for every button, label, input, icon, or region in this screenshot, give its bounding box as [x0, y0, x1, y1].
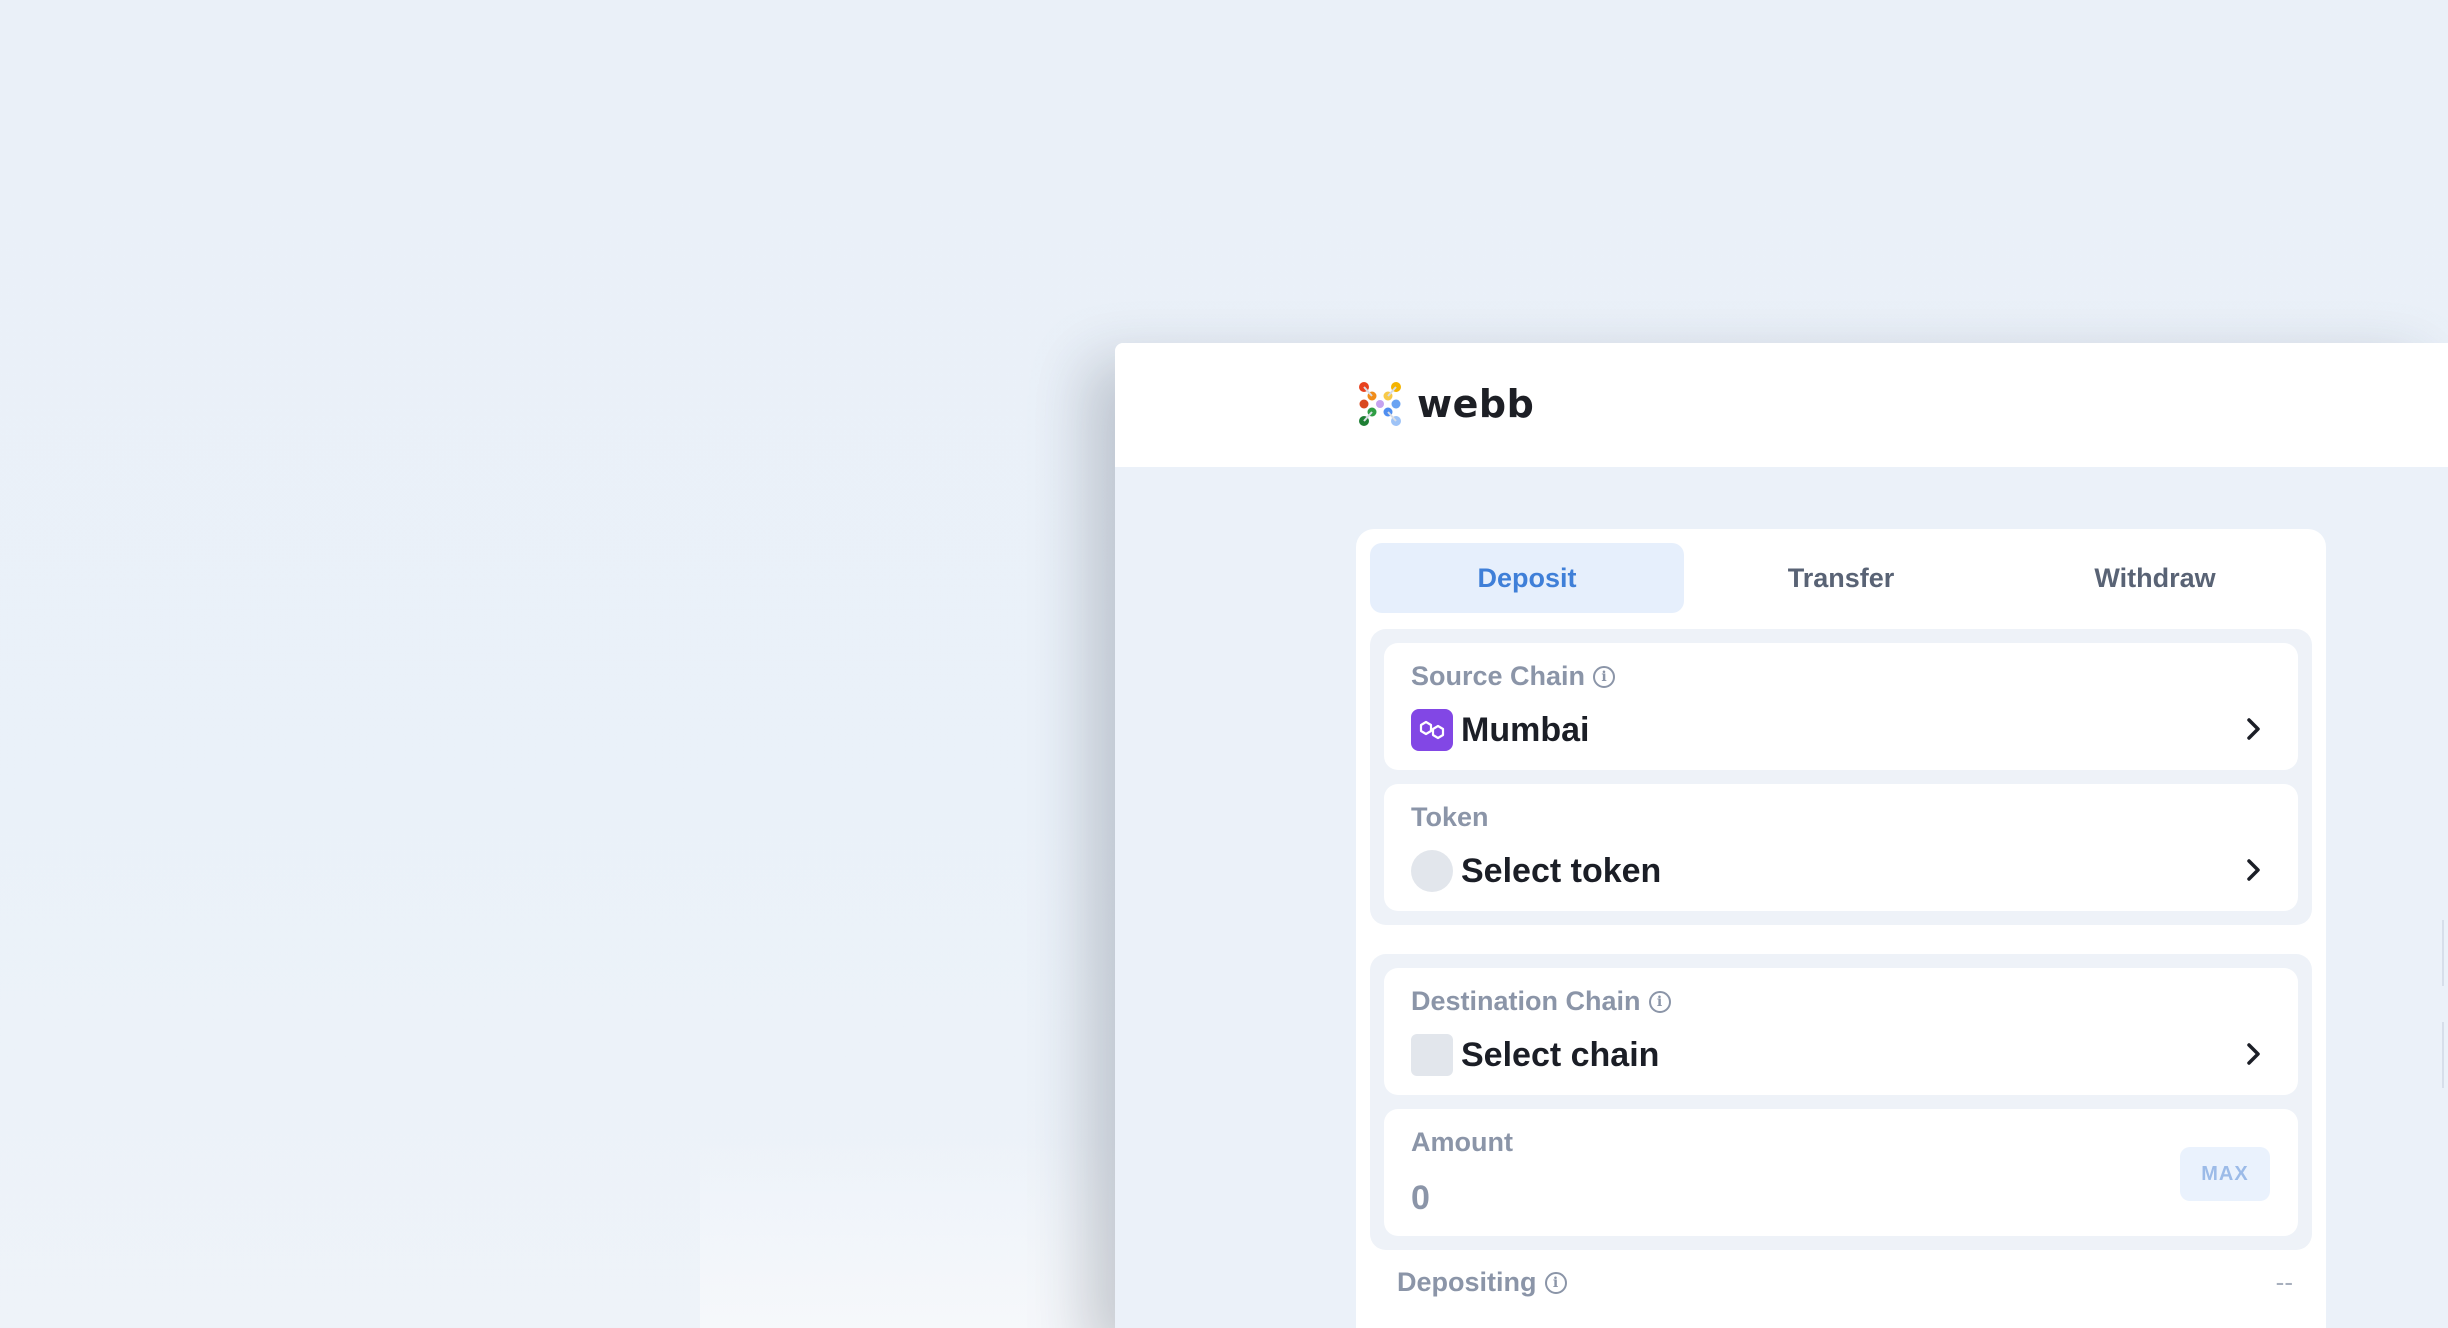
amount-label: Amount	[1411, 1127, 1513, 1158]
destination-chain-selector[interactable]: Destination Chain i Select chain	[1384, 968, 2298, 1095]
depositing-label: Depositing i	[1397, 1267, 1567, 1298]
chain-placeholder-icon	[1411, 1034, 1453, 1076]
source-chain-value: Mumbai	[1411, 708, 1589, 752]
app-window: webb Deposit Transfer Withdraw Source Ch…	[1115, 343, 2448, 1328]
amount-label-text: Amount	[1411, 1127, 1513, 1157]
max-button[interactable]: MAX	[2180, 1147, 2270, 1201]
brand-name: webb	[1417, 382, 1535, 426]
scroll-edge-line	[2442, 920, 2444, 986]
destination-select-text: Select chain	[1461, 1035, 1660, 1074]
app-header: webb	[1115, 343, 2448, 467]
depositing-value: --	[2275, 1267, 2293, 1297]
bridge-card: Deposit Transfer Withdraw Source Chain i	[1356, 529, 2326, 1328]
source-chain-label: Source Chain i	[1411, 661, 1616, 692]
destination-chain-value: Select chain	[1411, 1033, 1659, 1077]
destination-chain-label-text: Destination Chain	[1411, 986, 1641, 1016]
webb-logo-icon	[1359, 382, 1401, 426]
info-icon[interactable]: i	[1593, 665, 1616, 688]
info-icon[interactable]: i	[1544, 1271, 1567, 1294]
token-label: Token	[1411, 802, 1489, 833]
depositing-label-text: Depositing	[1397, 1267, 1537, 1297]
info-icon[interactable]: i	[1648, 990, 1671, 1013]
amount-input[interactable]: 0	[1411, 1179, 1430, 1218]
source-chain-selector[interactable]: Source Chain i Mumbai	[1384, 643, 2298, 770]
destination-chain-label: Destination Chain i	[1411, 986, 1671, 1017]
tab-deposit[interactable]: Deposit	[1370, 543, 1684, 613]
source-chain-label-text: Source Chain	[1411, 661, 1586, 691]
tab-withdraw[interactable]: Withdraw	[1998, 543, 2312, 613]
chevron-right-icon	[2247, 1043, 2260, 1065]
scroll-edge-line	[2442, 1022, 2444, 1088]
source-group: Source Chain i Mumbai Token Select token	[1370, 629, 2312, 925]
polygon-chain-icon	[1411, 709, 1453, 751]
logo[interactable]: webb	[1355, 379, 1534, 429]
token-select-text: Select token	[1461, 851, 1662, 890]
token-value: Select token	[1411, 849, 1661, 893]
chevron-right-icon	[2247, 718, 2260, 740]
chevron-right-icon	[2247, 859, 2260, 881]
token-label-text: Token	[1411, 802, 1489, 832]
depositing-summary: Depositing i --	[1397, 1267, 2293, 1298]
token-selector[interactable]: Token Select token	[1384, 784, 2298, 911]
destination-group: Destination Chain i Select chain Amount …	[1370, 954, 2312, 1250]
amount-field[interactable]: Amount 0 MAX	[1384, 1109, 2298, 1236]
token-placeholder-icon	[1411, 850, 1453, 892]
source-chain-name: Mumbai	[1461, 710, 1590, 749]
tab-bar: Deposit Transfer Withdraw	[1370, 543, 2312, 613]
tab-transfer[interactable]: Transfer	[1684, 543, 1998, 613]
